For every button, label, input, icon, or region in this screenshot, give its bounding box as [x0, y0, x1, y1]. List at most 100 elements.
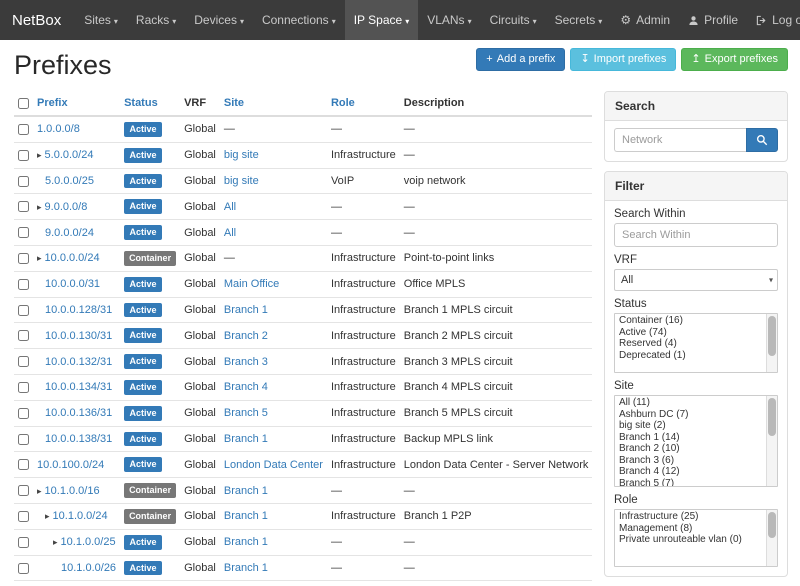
- search-input[interactable]: [614, 128, 746, 152]
- row-checkbox[interactable]: [18, 201, 29, 212]
- import-prefixes-button[interactable]: ↧Import prefixes: [570, 48, 676, 71]
- search-within-input[interactable]: [614, 223, 778, 247]
- row-checkbox[interactable]: [18, 305, 29, 316]
- prefix-link[interactable]: 10.0.0.136/31: [45, 407, 112, 419]
- filter-option[interactable]: Management (8): [616, 523, 764, 535]
- prefix-link[interactable]: 10.1.0.0/25: [61, 536, 116, 548]
- site-link[interactable]: big site: [224, 149, 259, 161]
- nav-item-profile[interactable]: Profile: [679, 0, 747, 40]
- nav-item-ip-space[interactable]: IP Space▾: [345, 0, 419, 40]
- nav-item-secrets[interactable]: Secrets▾: [546, 0, 612, 40]
- prefix-link[interactable]: 10.0.0.128/31: [45, 304, 112, 316]
- filter-option[interactable]: Branch 4 (12): [616, 466, 764, 478]
- site-link[interactable]: All: [224, 227, 236, 239]
- row-checkbox[interactable]: [18, 253, 29, 264]
- prefix-link[interactable]: 10.0.0.134/31: [45, 381, 112, 393]
- site-link[interactable]: Branch 2: [224, 330, 268, 342]
- prefix-link[interactable]: 10.1.0.0/16: [45, 485, 100, 497]
- prefix-link[interactable]: 10.0.0.0/31: [45, 278, 100, 290]
- nav-item-log-out[interactable]: Log out: [747, 0, 800, 40]
- nav-item-admin[interactable]: ⚙Admin: [611, 0, 679, 40]
- row-checkbox[interactable]: [18, 330, 29, 341]
- prefix-link[interactable]: 5.0.0.0/25: [45, 175, 94, 187]
- status-listbox[interactable]: Container (16)Active (74)Reserved (4)Dep…: [614, 313, 778, 373]
- nav-item-sites[interactable]: Sites▾: [75, 0, 127, 40]
- prefix-link[interactable]: 10.0.0.132/31: [45, 356, 112, 368]
- site-link[interactable]: Branch 1: [224, 562, 268, 574]
- row-checkbox[interactable]: [18, 459, 29, 470]
- row-checkbox[interactable]: [18, 356, 29, 367]
- prefix-link[interactable]: 10.0.0.0/24: [45, 252, 100, 264]
- column-header-prefix[interactable]: Prefix: [33, 91, 120, 116]
- row-checkbox[interactable]: [18, 176, 29, 187]
- prefix-link[interactable]: 10.1.0.0/24: [53, 510, 108, 522]
- site-link[interactable]: big site: [224, 175, 259, 187]
- scrollbar[interactable]: [766, 396, 777, 486]
- add-a-prefix-button[interactable]: +Add a prefix: [476, 48, 565, 71]
- row-checkbox[interactable]: [18, 150, 29, 161]
- nav-item-racks[interactable]: Racks▾: [127, 0, 185, 40]
- column-header-status[interactable]: Status: [120, 91, 180, 116]
- prefix-link[interactable]: 10.0.0.138/31: [45, 433, 112, 445]
- scrollbar[interactable]: [766, 314, 777, 372]
- nav-item-circuits[interactable]: Circuits▾: [481, 0, 546, 40]
- row-checkbox[interactable]: [18, 485, 29, 496]
- row-checkbox[interactable]: [18, 408, 29, 419]
- site-link[interactable]: London Data Center: [224, 459, 323, 471]
- search-button[interactable]: [746, 128, 778, 152]
- filter-option[interactable]: All (11): [616, 397, 764, 409]
- site-link[interactable]: Branch 1: [224, 510, 268, 522]
- app-logo[interactable]: NetBox: [0, 0, 75, 40]
- nav-item-connections[interactable]: Connections▾: [253, 0, 345, 40]
- table-row: ▸10.1.0.0/24ContainerGlobalBranch 1Infra…: [14, 503, 592, 529]
- row-checkbox[interactable]: [18, 124, 29, 135]
- prefix-link[interactable]: 10.1.0.0/26: [61, 562, 116, 574]
- vrf-select[interactable]: All ▾: [614, 269, 778, 291]
- nav-item-vlans[interactable]: VLANs▾: [418, 0, 480, 40]
- site-link[interactable]: Branch 3: [224, 356, 268, 368]
- column-header-role[interactable]: Role: [327, 91, 400, 116]
- filter-option[interactable]: Reserved (4): [616, 338, 764, 350]
- select-all-checkbox[interactable]: [18, 98, 29, 109]
- site-link[interactable]: Branch 5: [224, 407, 268, 419]
- site-link[interactable]: Main Office: [224, 278, 279, 290]
- site-link[interactable]: Branch 1: [224, 536, 268, 548]
- filter-option[interactable]: Container (16): [616, 315, 764, 327]
- row-checkbox[interactable]: [18, 537, 29, 548]
- filter-option[interactable]: Branch 2 (10): [616, 443, 764, 455]
- row-checkbox[interactable]: [18, 434, 29, 445]
- filter-option[interactable]: Branch 3 (6): [616, 455, 764, 467]
- row-checkbox[interactable]: [18, 563, 29, 574]
- prefix-link[interactable]: 9.0.0.0/24: [45, 227, 94, 239]
- site-link[interactable]: Branch 1: [224, 433, 268, 445]
- export-prefixes-button[interactable]: ↥Export prefixes: [681, 48, 788, 71]
- filter-option[interactable]: Active (74): [616, 327, 764, 339]
- site-cell: Branch 3: [220, 349, 327, 375]
- filter-option[interactable]: Private unrouteable vlan (0): [616, 534, 764, 546]
- row-checkbox[interactable]: [18, 227, 29, 238]
- prefix-link[interactable]: 1.0.0.0/8: [37, 123, 80, 135]
- site-cell: Branch 2: [220, 323, 327, 349]
- nav-item-devices[interactable]: Devices▾: [185, 0, 253, 40]
- row-checkbox[interactable]: [18, 279, 29, 290]
- site-link[interactable]: Branch 1: [224, 485, 268, 497]
- role-listbox[interactable]: Infrastructure (25)Management (8)Private…: [614, 509, 778, 567]
- filter-option[interactable]: Ashburn DC (7): [616, 409, 764, 421]
- prefix-link[interactable]: 9.0.0.0/8: [45, 201, 88, 213]
- filter-option[interactable]: big site (2): [616, 420, 764, 432]
- row-checkbox[interactable]: [18, 511, 29, 522]
- prefix-link[interactable]: 10.0.100.0/24: [37, 459, 104, 471]
- column-header-site[interactable]: Site: [220, 91, 327, 116]
- row-checkbox[interactable]: [18, 382, 29, 393]
- site-link[interactable]: Branch 1: [224, 304, 268, 316]
- prefix-link[interactable]: 5.0.0.0/24: [45, 149, 94, 161]
- prefix-link[interactable]: 10.0.0.130/31: [45, 330, 112, 342]
- filter-option[interactable]: Branch 5 (7): [616, 478, 764, 488]
- filter-option[interactable]: Deprecated (1): [616, 350, 764, 362]
- site-link[interactable]: Branch 4: [224, 381, 268, 393]
- filter-option[interactable]: Branch 1 (14): [616, 432, 764, 444]
- filter-option[interactable]: Infrastructure (25): [616, 511, 764, 523]
- scrollbar[interactable]: [766, 510, 777, 566]
- site-listbox[interactable]: All (11)Ashburn DC (7)big site (2)Branch…: [614, 395, 778, 487]
- site-link[interactable]: All: [224, 201, 236, 213]
